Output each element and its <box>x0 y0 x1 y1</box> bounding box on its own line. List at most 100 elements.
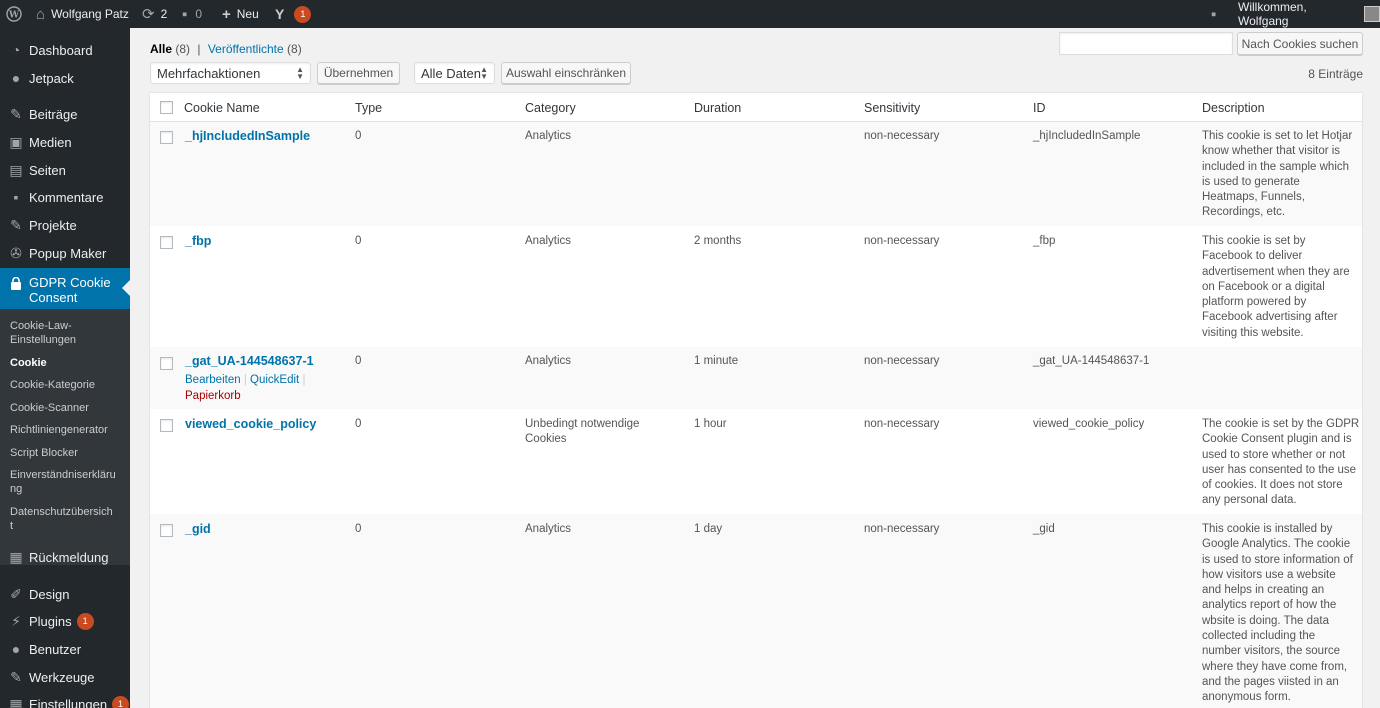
my-account-menu[interactable]: Willkommen, Wolfgang <box>1238 0 1380 28</box>
site-name-link[interactable]: ⌂ Wolfgang Patz <box>36 0 129 28</box>
svg-text:W: W <box>8 11 20 21</box>
paintbrush-icon: ✐ <box>10 585 22 602</box>
cell-sensitivity: non-necessary <box>864 418 940 430</box>
edit-link[interactable]: Bearbeiten <box>185 374 241 386</box>
cookie-name-link[interactable]: _fbp <box>185 234 211 248</box>
lock-icon <box>8 275 24 291</box>
trash-link[interactable]: Papierkorb <box>185 390 241 402</box>
description-line: and helps in creating an <box>1202 584 1325 597</box>
menu-dashboard[interactable]: ◔ Dashboard <box>0 37 130 63</box>
row-checkbox[interactable] <box>160 131 173 144</box>
menu-settings[interactable]: ▦ Einstellungen 1 <box>0 691 130 708</box>
comment-bubble-icon: ▪ <box>182 5 188 23</box>
submenu-label: t <box>10 520 14 532</box>
action-separator: | <box>243 374 247 386</box>
menu-label: Beiträge <box>29 106 78 122</box>
cell-category: Analytics <box>525 235 572 247</box>
menu-users[interactable]: ● Benutzer <box>0 636 130 662</box>
submenu-label: Cookie-Law- <box>10 320 72 332</box>
jetpack-icon: ● <box>11 70 21 86</box>
select-arrows-icon: ▲ ▼ <box>480 65 488 81</box>
cell-category: Analytics <box>525 355 572 367</box>
cookie-name-link[interactable]: _gat_UA-144548637-1 <box>185 354 314 368</box>
submenu-cookie-scanner[interactable]: Cookie-Scanner <box>10 401 125 415</box>
description-line: any personal data. <box>1202 494 1297 507</box>
description-line: Facebook to deliver <box>1202 250 1303 263</box>
quickedit-link[interactable]: QuickEdit <box>250 374 299 386</box>
updates-icon: ⟳ <box>142 6 155 23</box>
search-cookies-button[interactable]: Nach Cookies suchen <box>1237 32 1363 55</box>
cell-sensitivity: non-necessary <box>864 355 940 367</box>
description-line: where they have come from, <box>1202 660 1348 673</box>
cell-type: 0 <box>355 418 362 430</box>
submenu-script-blocker[interactable]: Script Blocker <box>10 446 125 460</box>
menu-media[interactable]: ▣ Medien <box>0 129 130 155</box>
submenu-consent-log[interactable]: Einverständniserkläru ng <box>10 468 125 496</box>
menu-popup-maker[interactable]: ✇ Popup Maker <box>0 240 130 266</box>
filter-published[interactable]: Veröffentlichte <box>208 42 284 56</box>
cell-description: The cookie is set by the GDPR Cookie Con… <box>1202 417 1360 509</box>
description-line: know whether that visitor is <box>1202 145 1341 158</box>
filter-all[interactable]: Alle <box>150 42 172 56</box>
filter-button[interactable]: Auswahl einschränken <box>501 62 631 84</box>
admin-sidebar: ◔ Dashboard ● Jetpack ✎ Beiträge ▣ Medien ▤ S… <box>0 28 130 708</box>
cookie-name-link[interactable]: _gid <box>185 522 211 536</box>
dashboard-icon: ◔ <box>11 42 21 58</box>
column-cookie-name[interactable]: Cookie Name <box>184 93 260 122</box>
row-checkbox[interactable] <box>160 524 173 537</box>
submenu-cookie-law-settings[interactable]: Cookie-Law- Einstellungen <box>10 319 125 347</box>
column-category: Category <box>525 100 576 115</box>
cell-sensitivity: non-necessary <box>864 130 940 142</box>
submenu-label: Datenschutzübersich <box>10 506 113 518</box>
submenu-cookie[interactable]: Cookie <box>10 356 125 370</box>
menu-plugins[interactable]: ⚡ Plugins 1 <box>0 608 130 634</box>
status-filters: Alle (8) | Veröffentlichte (8) <box>150 42 302 56</box>
menu-posts[interactable]: ✎ Beiträge <box>0 101 130 127</box>
menu-feedback[interactable]: ▦ Rückmeldung <box>0 544 130 570</box>
menu-jetpack[interactable]: ● Jetpack <box>0 65 130 91</box>
description-line: This cookie is set by <box>1202 235 1306 247</box>
menu-design[interactable]: ✐ Design <box>0 581 130 607</box>
row-checkbox[interactable] <box>160 419 173 432</box>
notifications-icon[interactable]: ▪ <box>1211 0 1216 28</box>
table-row: viewed_cookie_policy 0 Unbedingt notwend… <box>150 409 1362 514</box>
submenu-policy-generator[interactable]: Richtliniengenerator <box>10 423 125 437</box>
date-filter-select[interactable]: Alle Daten ▲ ▼ <box>414 62 495 84</box>
comments-link[interactable]: ▪ 0 <box>182 0 202 28</box>
column-id: ID <box>1033 100 1046 115</box>
cell-id: _gat_UA-144548637-1 <box>1033 355 1150 367</box>
row-checkbox[interactable] <box>160 357 173 370</box>
media-icon: ▣ <box>9 133 23 150</box>
menu-label: Projekte <box>29 217 77 233</box>
menu-projects[interactable]: ✎ Projekte <box>0 212 130 238</box>
menu-label: Dashboard <box>29 42 93 58</box>
wordpress-logo-icon[interactable]: W <box>6 0 22 28</box>
apply-button[interactable]: Übernehmen <box>317 62 400 84</box>
yoast-menu[interactable]: Y 1 <box>275 0 312 28</box>
menu-comments[interactable]: ▪ Kommentare <box>0 184 130 210</box>
bulk-actions-select[interactable]: Mehrfachaktionen ▲ ▼ <box>150 62 311 84</box>
cookie-list-table: Cookie Name Type Category Duration Sensi… <box>149 92 1363 708</box>
menu-label-line: Consent <box>29 290 78 305</box>
cell-description: This cookie is installed by Google Analy… <box>1202 522 1360 706</box>
description-line: Recordings, etc. <box>1202 206 1286 219</box>
menu-tools[interactable]: ✎ Werkzeuge <box>0 664 130 690</box>
submenu-cookie-category[interactable]: Cookie-Kategorie <box>10 378 125 392</box>
filter-all-count: (8) <box>175 42 191 56</box>
gdpr-submenu: Cookie-Law- Einstellungen Cookie Cookie-K… <box>0 309 130 565</box>
description-line: advertisement when they are <box>1202 265 1350 278</box>
row-checkbox[interactable] <box>160 236 173 249</box>
menu-pages[interactable]: ▤ Seiten <box>0 157 130 183</box>
new-content-link[interactable]: + Neu <box>222 0 259 28</box>
description-line: included in the sample which <box>1202 160 1350 173</box>
search-input[interactable] <box>1059 32 1233 55</box>
cookie-name-link[interactable]: _hjIncludedInSample <box>185 129 310 143</box>
select-all-checkbox[interactable] <box>160 101 173 114</box>
yoast-badge: 1 <box>294 5 312 23</box>
popup-maker-icon: ✇ <box>10 244 22 261</box>
description-line: Cookie Consent plugin and is <box>1202 433 1352 446</box>
cookie-name-link[interactable]: viewed_cookie_policy <box>185 417 316 431</box>
updates-link[interactable]: ⟳ 2 <box>142 0 167 28</box>
menu-gdpr-cookie-consent[interactable]: GDPR Cookie Consent <box>0 268 130 309</box>
submenu-privacy-overview[interactable]: Datenschutzübersich t <box>10 505 125 533</box>
